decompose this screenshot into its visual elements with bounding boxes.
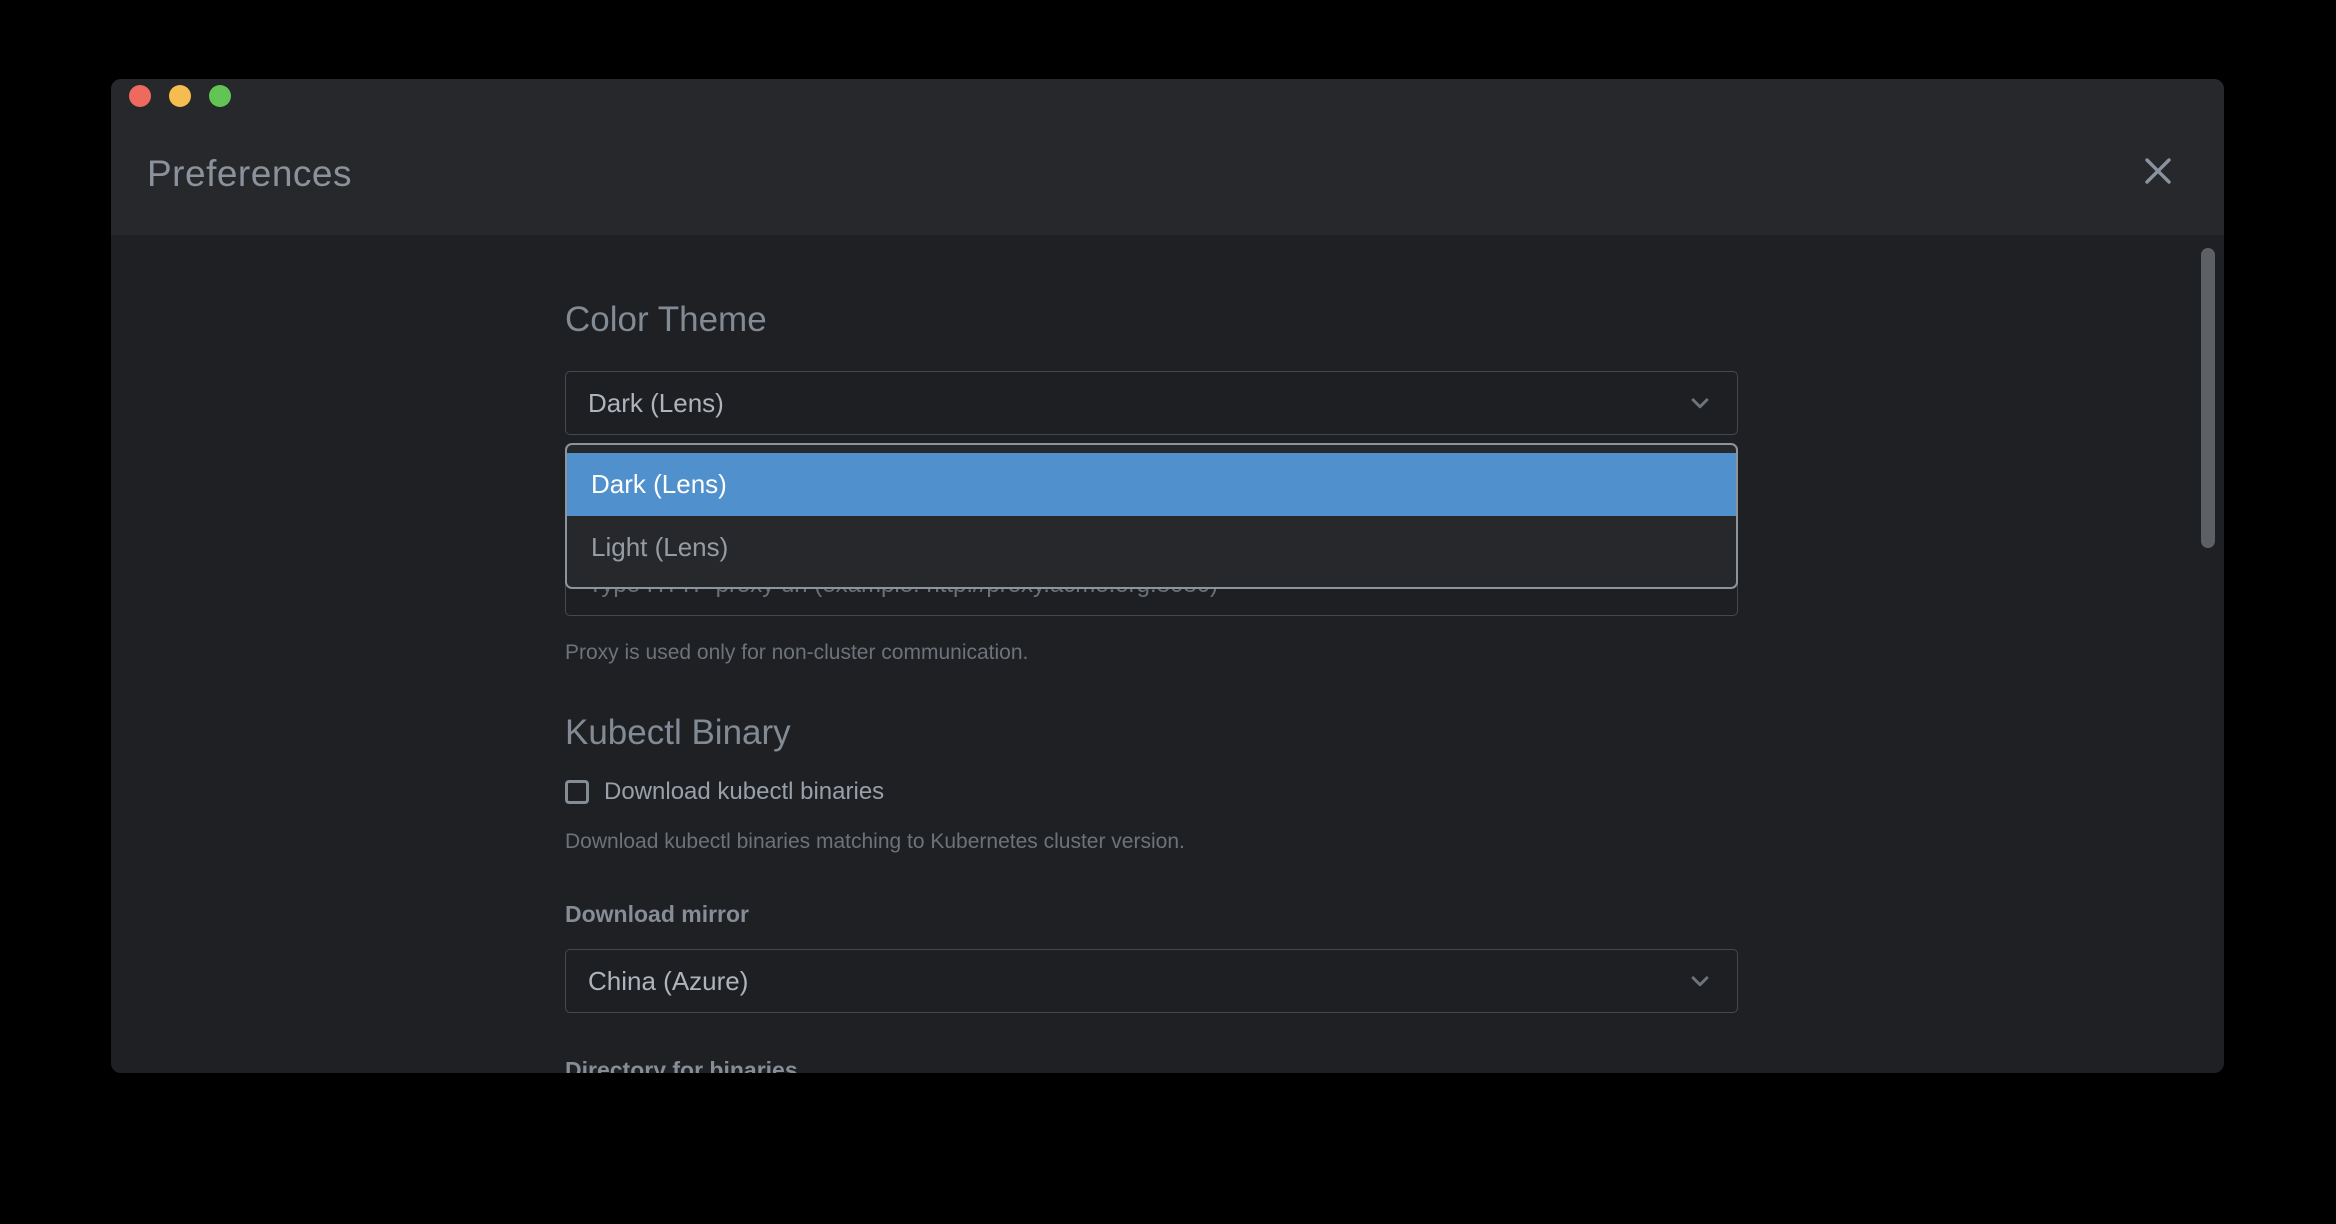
dropdown-option-dark-label: Dark (Lens) (591, 469, 727, 500)
preferences-content: Color Theme Dark (Lens) Dark (Lens) Ligh… (111, 235, 2224, 1073)
kubectl-heading: Kubectl Binary (565, 712, 791, 754)
titlebar: Preferences (111, 79, 2224, 235)
preferences-window: Preferences Color Theme Dark (Lens) (111, 79, 2224, 1073)
directory-for-binaries-label: Directory for binaries (565, 1057, 798, 1073)
color-theme-select-value: Dark (Lens) (566, 388, 1737, 419)
color-theme-heading: Color Theme (565, 299, 767, 341)
dropdown-option-light-label: Light (Lens) (591, 532, 728, 563)
scrollbar-thumb[interactable] (2201, 248, 2215, 548)
traffic-lights (129, 85, 231, 107)
zoom-traffic-button[interactable] (209, 85, 231, 107)
minimize-traffic-button[interactable] (169, 85, 191, 107)
close-icon (2140, 153, 2176, 189)
color-theme-select[interactable]: Dark (Lens) (565, 371, 1738, 435)
dropdown-option-light[interactable]: Light (Lens) (567, 516, 1736, 579)
kubectl-description: Download kubectl binaries matching to Ku… (565, 830, 1185, 854)
chevron-down-icon (1685, 388, 1715, 418)
download-mirror-select[interactable]: China (Azure) (565, 949, 1738, 1013)
download-kubectl-label: Download kubectl binaries (604, 778, 884, 806)
download-kubectl-checkbox-row[interactable]: Download kubectl binaries (565, 778, 884, 806)
download-kubectl-checkbox[interactable] (565, 780, 589, 804)
close-traffic-button[interactable] (129, 85, 151, 107)
close-button[interactable] (2136, 149, 2180, 193)
chevron-down-icon (1685, 966, 1715, 996)
download-mirror-select-value: China (Azure) (566, 966, 1737, 997)
proxy-note: Proxy is used only for non-cluster commu… (565, 641, 1028, 665)
theme-dropdown-menu: Dark (Lens) Light (Lens) (565, 443, 1738, 589)
download-mirror-label: Download mirror (565, 901, 749, 928)
dropdown-option-dark[interactable]: Dark (Lens) (567, 453, 1736, 516)
page-title: Preferences (147, 153, 352, 195)
